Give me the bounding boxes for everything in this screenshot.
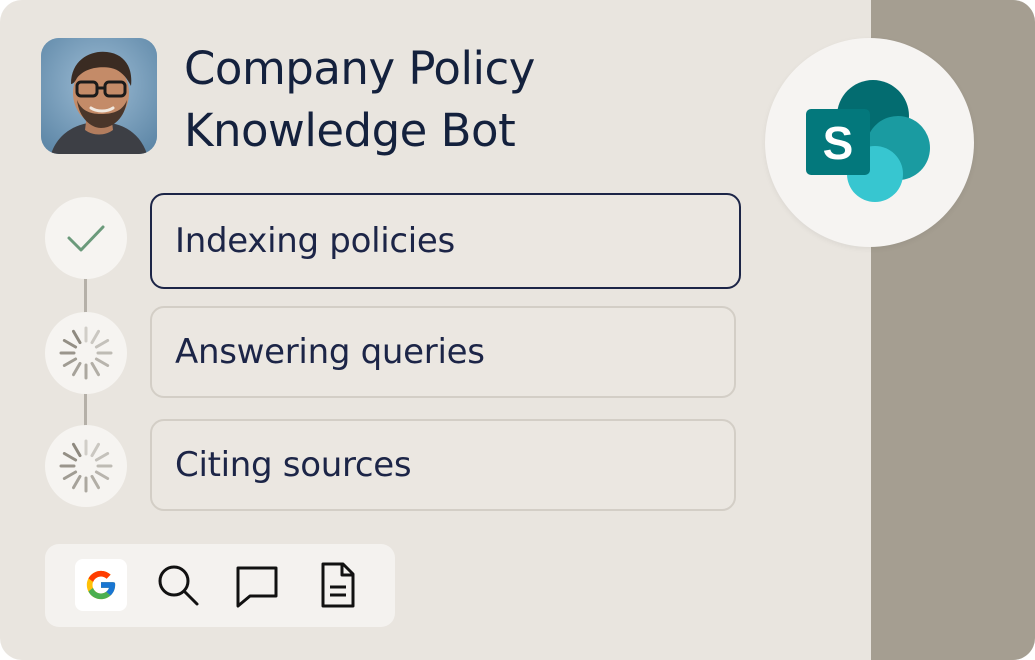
tools-bar xyxy=(45,544,395,627)
spinner-tick xyxy=(72,474,82,490)
step-label: Indexing policies xyxy=(175,221,455,261)
spinner-tick xyxy=(72,361,82,377)
spinner-icon xyxy=(59,439,113,493)
spinner-tick xyxy=(90,442,100,458)
step-indexing-policies[interactable]: Indexing policies xyxy=(150,193,741,289)
check-icon xyxy=(67,225,105,252)
spinner-tick xyxy=(62,339,78,349)
step-label: Answering queries xyxy=(175,332,485,372)
step-status-done xyxy=(45,197,127,279)
title-line-1: Company Policy xyxy=(184,42,535,95)
spinner-tick xyxy=(72,329,82,345)
google-tool-button[interactable] xyxy=(75,559,127,611)
spinner-tick xyxy=(72,442,82,458)
spinner-tick xyxy=(90,361,100,377)
step-status-loading xyxy=(45,312,127,394)
step-label: Citing sources xyxy=(175,445,412,485)
spinner-tick xyxy=(62,357,78,367)
spinner-tick xyxy=(94,452,110,462)
step-status-loading xyxy=(45,425,127,507)
step-connector xyxy=(84,276,87,316)
avatar xyxy=(41,38,157,154)
spinner-tick xyxy=(94,339,110,349)
document-icon xyxy=(321,562,355,608)
chat-tool-button[interactable] xyxy=(230,558,284,612)
search-tool-button[interactable] xyxy=(151,558,205,612)
spinner-tick xyxy=(90,474,100,490)
step-answering-queries[interactable]: Answering queries xyxy=(150,306,736,398)
document-tool-button[interactable] xyxy=(311,558,365,612)
step-connector xyxy=(84,392,87,428)
google-icon xyxy=(86,570,116,600)
spinner-tick xyxy=(94,357,110,367)
sharepoint-logo-icon: S xyxy=(806,80,930,202)
title-line-2: Knowledge Bot xyxy=(184,104,516,157)
sharepoint-logo-badge: S xyxy=(765,38,974,247)
bot-card: Company Policy Knowledge Bot S Indexing … xyxy=(0,0,1035,660)
spinner-tick xyxy=(62,470,78,480)
spinner-icon xyxy=(59,326,113,380)
sharepoint-logo-letter: S xyxy=(823,117,854,169)
chat-bubble-icon xyxy=(236,566,278,608)
search-icon xyxy=(158,565,199,606)
step-citing-sources[interactable]: Citing sources xyxy=(150,419,736,511)
spinner-tick xyxy=(90,329,100,345)
spinner-tick xyxy=(94,470,110,480)
page-title: Company Policy Knowledge Bot xyxy=(184,38,535,162)
spinner-tick xyxy=(62,452,78,462)
